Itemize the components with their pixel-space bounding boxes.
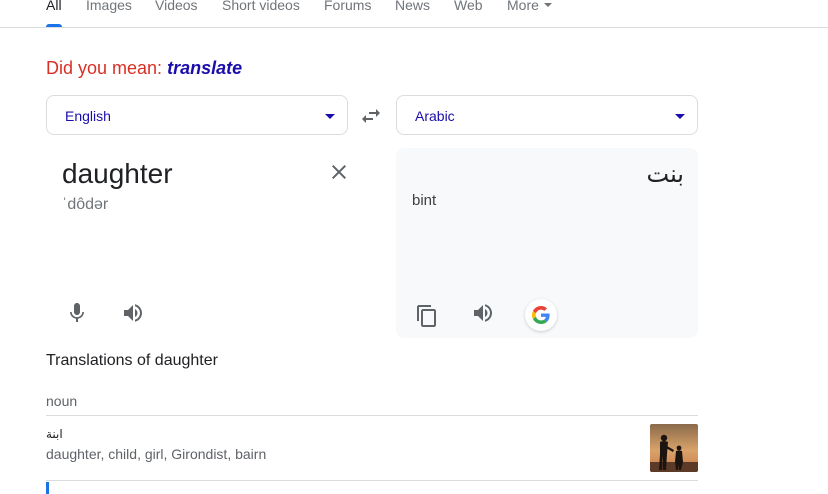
tab-videos[interactable]: Videos bbox=[155, 0, 198, 13]
dropdown-arrow-icon bbox=[675, 114, 685, 119]
translation-word: ابنة bbox=[46, 427, 63, 441]
target-language-select[interactable]: Arabic bbox=[396, 95, 698, 135]
tab-forums[interactable]: Forums bbox=[324, 0, 371, 13]
did-you-mean-prefix: Did you mean: bbox=[46, 58, 163, 78]
part-of-speech: noun bbox=[46, 393, 78, 409]
google-translate-button[interactable] bbox=[525, 299, 557, 331]
microphone-icon[interactable] bbox=[65, 301, 89, 325]
target-text: بنت bbox=[646, 160, 685, 188]
tab-web[interactable]: Web bbox=[454, 0, 483, 13]
speaker-icon[interactable] bbox=[471, 301, 495, 325]
search-tabs: All Images Videos Short videos Forums Ne… bbox=[0, 0, 828, 28]
speaker-icon[interactable] bbox=[121, 301, 145, 325]
divider bbox=[46, 415, 698, 416]
close-icon[interactable] bbox=[327, 160, 351, 184]
source-pronunciation: ˈdôdər bbox=[62, 196, 109, 213]
did-you-mean: Did you mean: translate bbox=[46, 58, 242, 79]
source-text[interactable]: daughter bbox=[62, 158, 173, 190]
tab-news[interactable]: News bbox=[395, 0, 430, 13]
tab-more-label: More bbox=[507, 0, 539, 13]
google-logo-icon bbox=[532, 306, 550, 324]
tab-all[interactable]: All bbox=[46, 0, 62, 13]
divider bbox=[46, 480, 698, 481]
dropdown-arrow-icon bbox=[325, 114, 335, 119]
source-language-label: English bbox=[65, 108, 111, 124]
scroll-indicator bbox=[46, 482, 49, 494]
translation-thumbnail-image[interactable] bbox=[650, 424, 698, 472]
translation-synonyms: daughter, child, girl, Girondist, bairn bbox=[46, 446, 267, 462]
copy-icon[interactable] bbox=[415, 304, 439, 328]
tab-more[interactable]: More bbox=[507, 0, 552, 13]
swap-languages-icon[interactable] bbox=[359, 104, 383, 128]
tab-images[interactable]: Images bbox=[86, 0, 132, 13]
target-language-label: Arabic bbox=[415, 108, 455, 124]
tab-short-videos[interactable]: Short videos bbox=[222, 0, 300, 13]
source-language-select[interactable]: English bbox=[46, 95, 348, 135]
active-tab-indicator bbox=[46, 24, 62, 27]
silhouette-image bbox=[650, 424, 698, 472]
target-transliteration: bint bbox=[412, 192, 437, 209]
did-you-mean-suggestion-link[interactable]: translate bbox=[167, 58, 242, 78]
chevron-down-icon bbox=[543, 3, 552, 8]
translations-title: Translations of daughter bbox=[46, 352, 218, 369]
